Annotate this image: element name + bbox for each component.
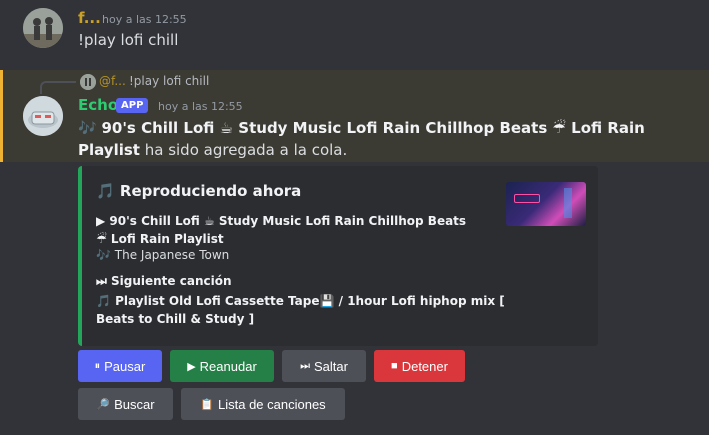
pause-label: Pausar: [104, 358, 146, 374]
username[interactable]: f...: [78, 9, 101, 27]
search-icon: 🔎: [96, 398, 111, 411]
timestamp: hoy a las 12:55: [158, 100, 243, 113]
play-icon: ▶: [96, 214, 106, 228]
skip-label: Saltar: [313, 358, 348, 374]
stop-button[interactable]: ■ Detener: [374, 350, 465, 382]
notes-icon: 🎶: [78, 119, 97, 137]
queue-list-button[interactable]: 📋 Lista de canciones: [181, 388, 345, 420]
next-label-text: Siguiente canción: [111, 274, 232, 288]
skip-icon: ⏭: [300, 359, 310, 372]
now-playing-track: ▶ 90's Chill Lofi ☕ Study Music Lofi Rai…: [96, 212, 476, 248]
queue-list-label: Lista de canciones: [218, 396, 326, 412]
next-track-icon: ⏭: [96, 274, 107, 288]
artist-name: The Japanese Town: [114, 248, 230, 262]
bot-message-content: 🎶 90's Chill Lofi ☕ Study Music Lofi Rai…: [78, 117, 698, 161]
message-content: !play lofi chill: [78, 31, 179, 49]
search-button[interactable]: 🔎 Buscar: [78, 388, 173, 420]
pause-icon: ⏸: [94, 359, 101, 372]
pause-button[interactable]: ⏸ Pausar: [78, 350, 162, 382]
track-artist: 🎶 The Japanese Town: [96, 248, 229, 262]
music-note-icon: 🎵: [96, 294, 111, 308]
music-note-icon: 🎵: [96, 182, 115, 200]
reply-avatar: [80, 74, 96, 90]
clipboard-icon: 📋: [200, 398, 214, 411]
next-track: 🎵 Playlist Old Lofi Cassette Tape💾 / 1ho…: [96, 292, 536, 328]
resume-button[interactable]: ▶ Reanudar: [170, 350, 274, 382]
added-suffix: ha sido agregada a la cola.: [139, 141, 348, 159]
reply-connector: [40, 81, 76, 94]
skip-button[interactable]: ⏭ Saltar: [282, 350, 366, 382]
timestamp: hoy a las 12:55: [102, 13, 187, 26]
embed-title: 🎵 Reproduciendo ahora: [96, 182, 301, 200]
play-icon: ▶: [187, 360, 196, 373]
reply-content[interactable]: !play lofi chill: [129, 74, 209, 88]
next-track-title: Playlist Old Lofi Cassette Tape💾 / 1hour…: [96, 294, 505, 326]
next-song-label: ⏭ Siguiente canción: [96, 274, 232, 289]
resume-label: Reanudar: [199, 358, 257, 374]
now-playing-embed: 🎵 Reproduciendo ahora ▶ 90's Chill Lofi …: [78, 166, 598, 346]
now-playing-title: 90's Chill Lofi ☕ Study Music Lofi Rain …: [96, 214, 467, 246]
stop-label: Detener: [401, 358, 448, 374]
bot-name[interactable]: Echo: [78, 96, 118, 114]
app-badge: APP: [116, 98, 149, 113]
reply-username[interactable]: @f...: [99, 74, 126, 88]
embed-title-text: Reproduciendo ahora: [119, 182, 302, 200]
notes-icon: 🎶: [96, 248, 111, 262]
track-thumbnail[interactable]: [506, 182, 586, 226]
user-avatar[interactable]: [23, 8, 63, 48]
stop-icon: ■: [391, 360, 398, 372]
search-label: Buscar: [114, 396, 155, 412]
bot-avatar[interactable]: [23, 96, 63, 136]
